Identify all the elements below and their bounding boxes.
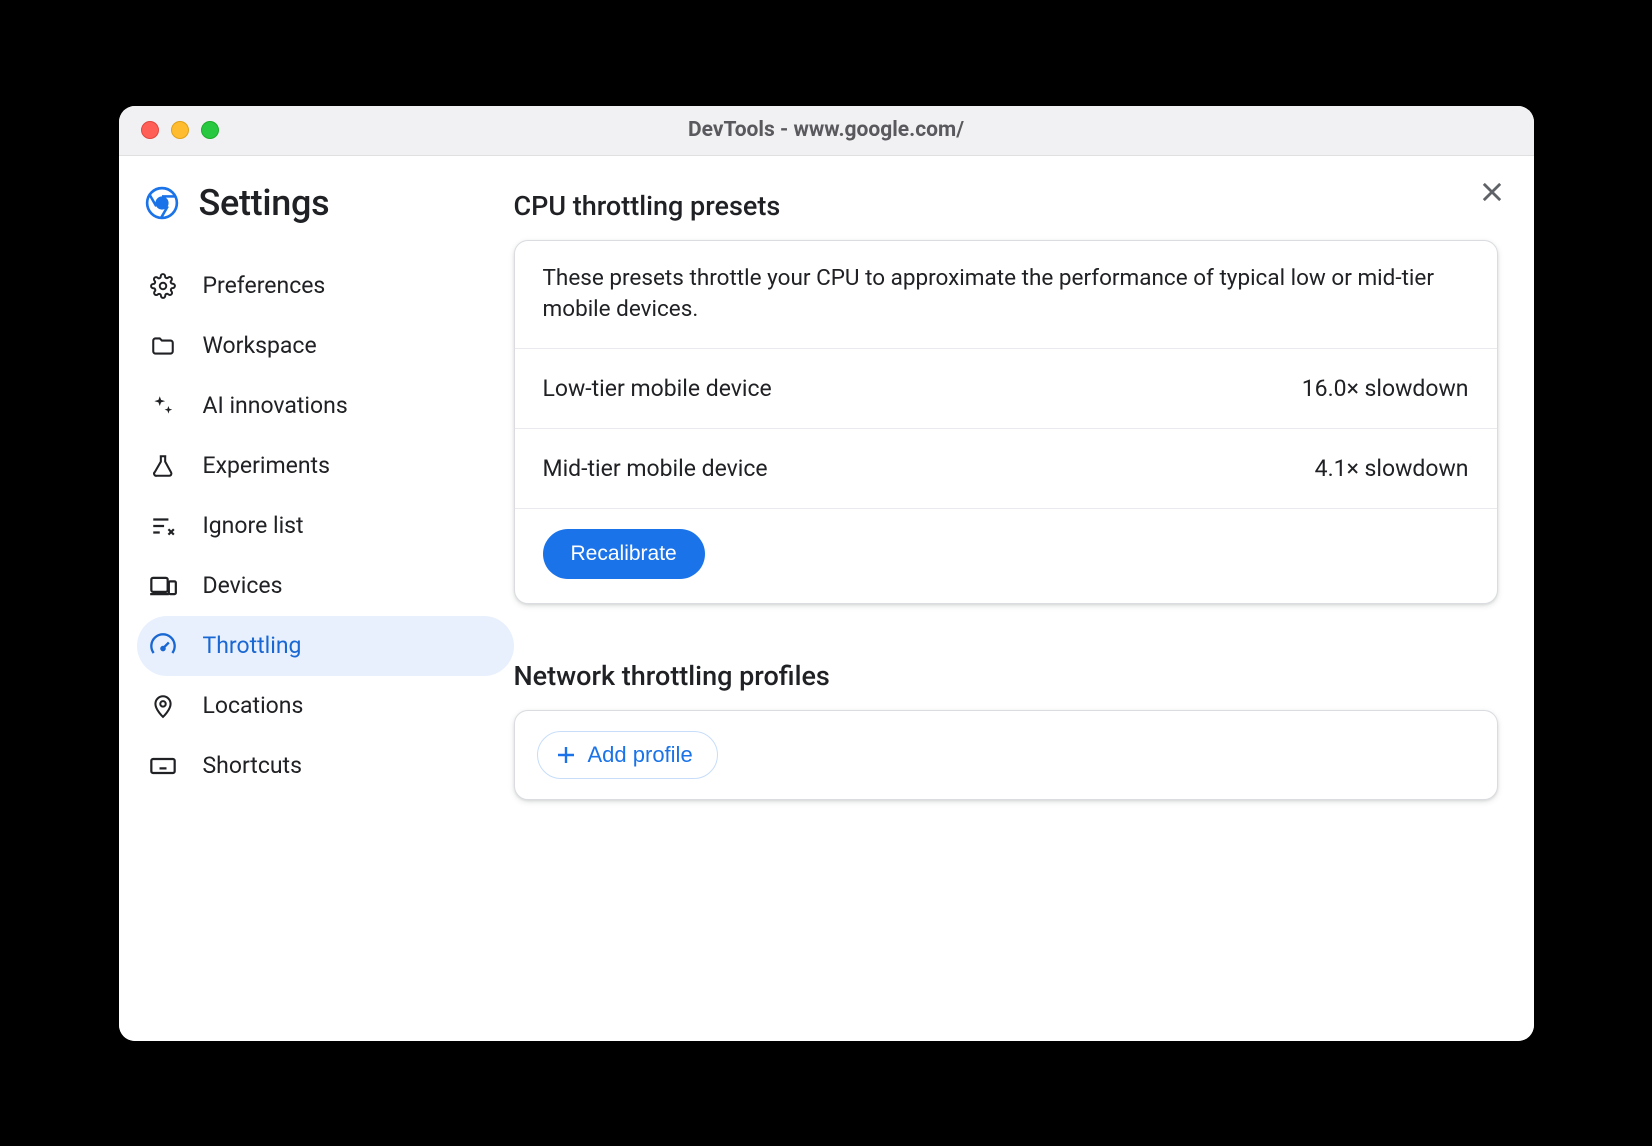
gauge-icon [149,632,177,660]
sidebar-item-label: Experiments [203,452,330,479]
sidebar-item-label: Locations [203,692,304,719]
sidebar-item-label: Ignore list [203,512,304,539]
network-section: Network throttling profiles Add profile [514,660,1498,800]
preset-value: 16.0× slowdown [1302,375,1469,402]
preset-row-mid-tier: Mid-tier mobile device 4.1× slowdown [515,429,1497,509]
devices-icon [149,572,177,600]
cpu-presets-card: These presets throttle your CPU to appro… [514,240,1498,604]
close-icon [1478,178,1506,206]
sidebar-header: Settings [137,182,514,224]
window-close-button[interactable] [141,121,159,139]
flask-icon [149,452,177,480]
folder-icon [149,332,177,360]
add-profile-button[interactable]: Add profile [537,731,718,779]
sidebar-item-ai-innovations[interactable]: AI innovations [137,376,514,436]
sidebar-item-label: Throttling [203,632,302,659]
filter-x-icon [149,512,177,540]
main: CPU throttling presets These presets thr… [514,156,1534,1041]
recalibrate-button[interactable]: Recalibrate [543,529,705,579]
window: DevTools - www.google.com/ Settings Pref [119,106,1534,1041]
sparkle-icon [149,392,177,420]
gear-icon [149,272,177,300]
sidebar-item-ignore-list[interactable]: Ignore list [137,496,514,556]
sidebar-item-throttling[interactable]: Throttling [137,616,514,676]
sidebar-item-label: Workspace [203,332,317,359]
content: Settings Preferences Workspace [119,156,1534,1041]
window-title: DevTools - www.google.com/ [119,118,1534,142]
nav-list: Preferences Workspace AI innovations [137,256,514,796]
network-section-title: Network throttling profiles [514,660,1498,692]
preset-row-low-tier: Low-tier mobile device 16.0× slowdown [515,349,1497,429]
titlebar: DevTools - www.google.com/ [119,106,1534,156]
chrome-devtools-icon [145,186,179,220]
window-minimize-button[interactable] [171,121,189,139]
preset-value: 4.1× slowdown [1315,455,1469,482]
page-title: Settings [199,182,330,224]
preset-name: Mid-tier mobile device [543,455,768,482]
add-profile-label: Add profile [588,742,693,768]
sidebar-item-shortcuts[interactable]: Shortcuts [137,736,514,796]
network-profiles-card: Add profile [514,710,1498,800]
sidebar-item-label: Devices [203,572,283,599]
sidebar-item-locations[interactable]: Locations [137,676,514,736]
window-zoom-button[interactable] [201,121,219,139]
sidebar-item-devices[interactable]: Devices [137,556,514,616]
sidebar-item-label: Shortcuts [203,752,302,779]
sidebar-item-workspace[interactable]: Workspace [137,316,514,376]
sidebar-item-label: Preferences [203,272,326,299]
cpu-card-footer: Recalibrate [515,509,1497,603]
sidebar-item-label: AI innovations [203,392,348,419]
keyboard-icon [149,752,177,780]
traffic-lights [119,121,219,139]
plus-icon [554,743,578,767]
cpu-presets-description: These presets throttle your CPU to appro… [515,241,1497,349]
preset-name: Low-tier mobile device [543,375,772,402]
sidebar-item-preferences[interactable]: Preferences [137,256,514,316]
cpu-section-title: CPU throttling presets [514,190,1498,222]
sidebar-item-experiments[interactable]: Experiments [137,436,514,496]
close-settings-button[interactable] [1478,178,1506,206]
sidebar: Settings Preferences Workspace [119,156,514,1041]
location-icon [149,692,177,720]
